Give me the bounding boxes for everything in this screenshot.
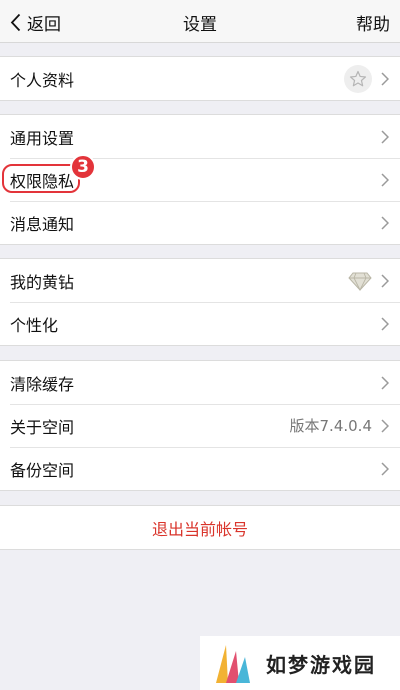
- star-icon: [344, 64, 372, 93]
- settings-row-about[interactable]: 关于空间 版本7.4.0.4: [0, 404, 400, 447]
- settings-row-personalization[interactable]: 个性化: [0, 302, 400, 345]
- profile-group: 个人资料: [0, 56, 400, 101]
- help-button[interactable]: 帮助: [356, 10, 390, 35]
- version-value: 版本7.4.0.4: [289, 417, 372, 435]
- settings-row-notifications[interactable]: 消息通知: [0, 201, 400, 244]
- row-label: 清除缓存: [10, 374, 75, 394]
- settings-row-backup[interactable]: 备份空间: [0, 447, 400, 490]
- chevron-right-icon: [381, 461, 389, 476]
- step-badge: 3: [70, 154, 96, 180]
- page-title: 设置: [183, 15, 217, 35]
- watermark-logo-icon: [216, 645, 250, 683]
- navigation-bar: 返回 设置 帮助: [0, 0, 400, 43]
- diamond-icon: [348, 272, 372, 291]
- settings-row-general[interactable]: 通用设置: [0, 115, 400, 158]
- chevron-right-icon: [381, 215, 389, 230]
- chevron-right-icon: [381, 172, 389, 187]
- chevron-right-icon: [381, 316, 389, 331]
- storage-group: 清除缓存 关于空间 版本7.4.0.4 备份空间: [0, 360, 400, 491]
- row-label: 通用设置: [10, 128, 75, 148]
- row-label: 我的黄钻: [10, 272, 75, 292]
- row-label: 个人资料: [10, 70, 75, 90]
- chevron-right-icon: [381, 273, 389, 288]
- row-label: 关于空间: [10, 417, 75, 437]
- chevron-right-icon: [381, 71, 389, 86]
- chevron-right-icon: [381, 418, 389, 433]
- privacy-highlight-outline: 3: [2, 154, 96, 193]
- settings-row-clear-cache[interactable]: 清除缓存: [0, 361, 400, 404]
- vip-group: 我的黄钻 个性化: [0, 258, 400, 346]
- watermark: 如梦游戏园: [200, 636, 400, 690]
- settings-row-privacy[interactable]: 权限隐私 3: [0, 154, 400, 201]
- chevron-right-icon: [381, 129, 389, 144]
- row-label: 备份空间: [10, 460, 75, 480]
- settings-row-profile[interactable]: 个人资料: [0, 57, 400, 100]
- row-label: 个性化: [10, 315, 59, 335]
- settings-row-yellow-diamond[interactable]: 我的黄钻: [0, 259, 400, 302]
- general-group: 通用设置 权限隐私 3 消息通知: [0, 114, 400, 245]
- chevron-right-icon: [381, 375, 389, 390]
- logout-button[interactable]: 退出当前帐号: [0, 505, 400, 550]
- row-label: 消息通知: [10, 214, 75, 234]
- watermark-text: 如梦游戏园: [266, 652, 376, 677]
